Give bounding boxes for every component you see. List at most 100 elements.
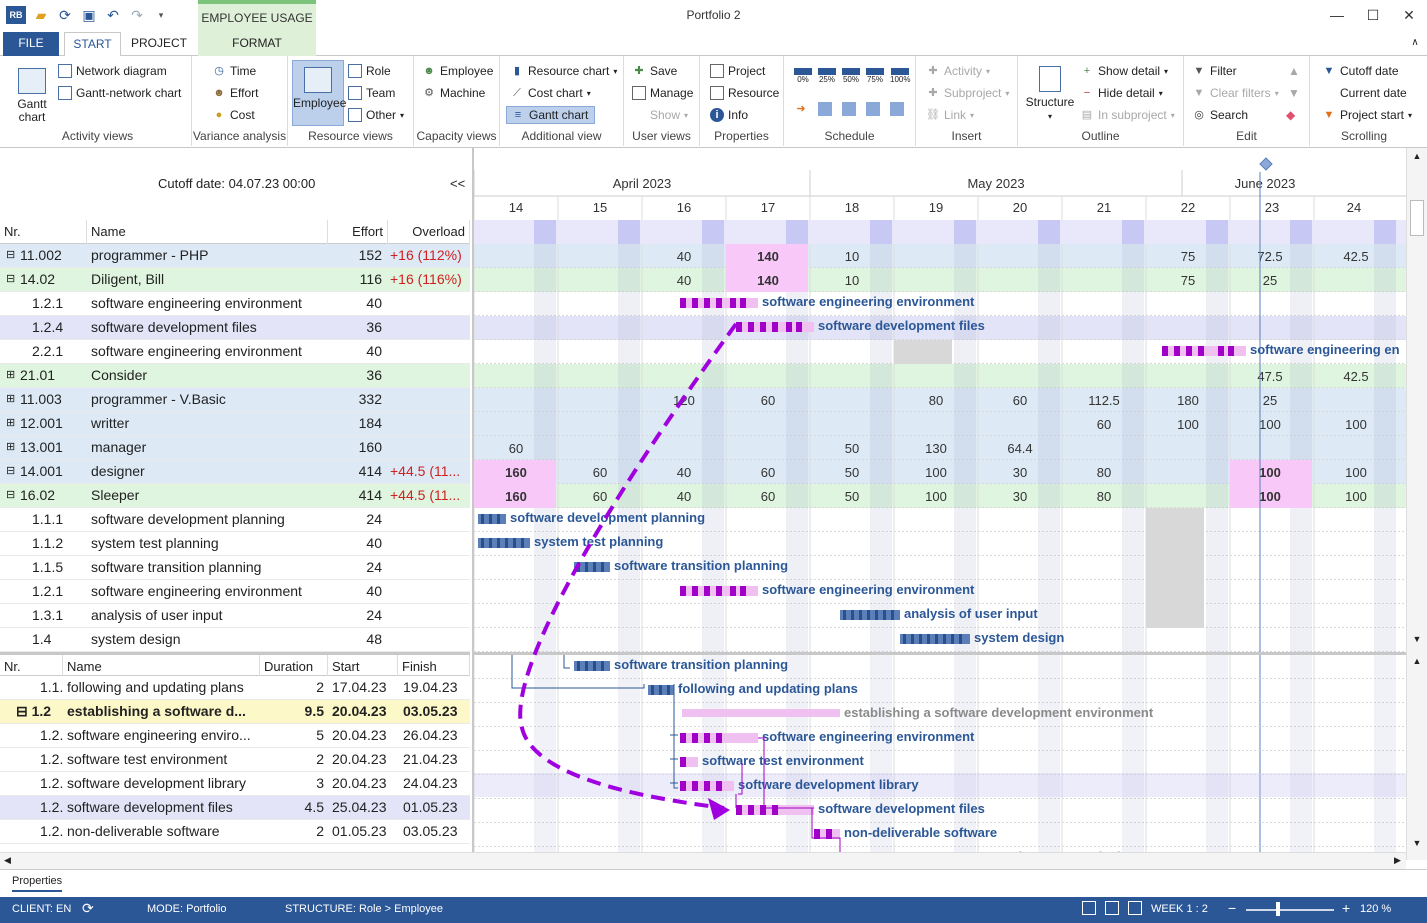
- pane-divider[interactable]: [474, 652, 1406, 655]
- row-toggle[interactable]: ⊞: [6, 436, 15, 460]
- info-button[interactable]: i Info: [710, 108, 748, 122]
- table-row[interactable]: 1.2. software development library 3 20.04.2…: [0, 772, 470, 796]
- move-up-icon[interactable]: ▲: [1288, 64, 1300, 78]
- scroll-down-icon[interactable]: ▼: [1407, 634, 1427, 644]
- progress-50-button[interactable]: 50%: [842, 68, 860, 84]
- gantt-chart-button[interactable]: Gantt chart: [10, 68, 54, 124]
- schedule-icon[interactable]: [818, 102, 832, 116]
- show-view-dropdown[interactable]: Show ▾: [632, 108, 688, 122]
- table-row[interactable]: ⊟ 16.02 Sleeper 414 +44.5 (11...: [0, 484, 470, 508]
- sync-icon[interactable]: ⟳: [82, 900, 94, 917]
- project-properties-button[interactable]: Project: [710, 64, 765, 78]
- table-row[interactable]: 1.2. software development files 4.5 25.04.2…: [0, 796, 470, 820]
- refresh-icon[interactable]: ⟳: [56, 6, 74, 24]
- table-row[interactable]: 1.1. following and updating plans 2 17.04.2…: [0, 676, 470, 700]
- link-tasks-icon[interactable]: [842, 102, 856, 116]
- reschedule-icon[interactable]: [890, 102, 904, 116]
- table-row[interactable]: ⊞ 12.001 writter 184: [0, 412, 470, 436]
- clear-filters-dropdown[interactable]: ▼ Clear filters ▾: [1192, 86, 1279, 100]
- table-row[interactable]: 2.2.1 software engineering environment 40: [0, 340, 470, 364]
- gantt-chart-svg[interactable]: April 2023 May 2023 June 2023 14 15 16 17 18 19 2…: [474, 148, 1406, 856]
- row-toggle[interactable]: ⊟: [6, 484, 15, 508]
- table-row[interactable]: 1.1.2 system test planning 40: [0, 532, 470, 556]
- row-toggle[interactable]: ⊟: [6, 268, 15, 292]
- tab-file[interactable]: FILE: [3, 32, 59, 56]
- row-toggle[interactable]: ⊟: [6, 460, 15, 484]
- progress-0-button[interactable]: 0%: [794, 68, 812, 84]
- cost-chart-dropdown[interactable]: ⟋ Cost chart ▾: [510, 86, 591, 100]
- resource-properties-button[interactable]: Resource: [710, 86, 779, 100]
- table-row[interactable]: ⊟ 1.2 establishing a software d... 9.5 20.0…: [0, 700, 470, 724]
- capacity-employee-button[interactable]: ☻ Employee: [422, 64, 493, 78]
- insert-activity-dropdown[interactable]: ✚ Activity ▾: [926, 64, 990, 78]
- scroll-down-icon-bottom[interactable]: ▼: [1407, 838, 1427, 848]
- table-row[interactable]: ⊟ 14.02 Diligent, Bill 116 +16 (116%): [0, 268, 470, 292]
- minimize-icon[interactable]: —: [1319, 0, 1355, 30]
- scroll-right-icon[interactable]: ▶: [1394, 855, 1401, 866]
- layout-icon-1[interactable]: [1082, 901, 1096, 915]
- collapse-grid-button[interactable]: <<: [450, 176, 465, 191]
- team-button[interactable]: Team: [348, 86, 395, 100]
- search-button[interactable]: ◎ Search: [1192, 108, 1248, 122]
- layout-icon-3[interactable]: [1128, 901, 1142, 915]
- cutoff-marker-icon[interactable]: [1259, 157, 1273, 171]
- vertical-scrollbar[interactable]: ▲ ▼ ▲ ▼: [1406, 148, 1427, 860]
- hide-detail-dropdown[interactable]: − Hide detail ▾: [1080, 86, 1163, 100]
- machine-button[interactable]: ⚙ Machine: [422, 86, 485, 100]
- col-header-effort[interactable]: Effort: [328, 220, 388, 244]
- table-row[interactable]: 1.2. software engineering enviro... 5 20.04…: [0, 724, 470, 748]
- role-button[interactable]: Role: [348, 64, 391, 78]
- move-down-icon[interactable]: ▼: [1288, 86, 1300, 100]
- in-subproject-dropdown[interactable]: ▤ In subproject ▾: [1080, 108, 1175, 122]
- other-dropdown[interactable]: Other ▾: [348, 108, 404, 122]
- table-row[interactable]: 1.2. software test environment 2 20.04.23 21…: [0, 748, 470, 772]
- tab-start[interactable]: START: [64, 32, 121, 57]
- manage-views-button[interactable]: Manage: [632, 86, 693, 100]
- close-icon[interactable]: ✕: [1391, 0, 1427, 30]
- row-toggle[interactable]: ⊞: [6, 412, 15, 436]
- table-row[interactable]: 1.1.5 software transition planning 24: [0, 556, 470, 580]
- progress-75-button[interactable]: 75%: [866, 68, 884, 84]
- table-row[interactable]: 1.2.1 software engineering environment 40: [0, 580, 470, 604]
- project-start-dropdown[interactable]: ▼ Project start ▾: [1322, 108, 1413, 122]
- table-row[interactable]: ⊞ 11.003 programmer - V.Basic 332: [0, 388, 470, 412]
- save-view-button[interactable]: ✚ Save: [632, 64, 677, 78]
- properties-label[interactable]: Properties: [12, 875, 63, 892]
- undo-icon[interactable]: ↶: [104, 6, 122, 24]
- show-detail-dropdown[interactable]: + Show detail ▾: [1080, 64, 1168, 78]
- table-row[interactable]: 1.2.4 software development files 36: [0, 316, 470, 340]
- properties-panel-tab[interactable]: Properties: [0, 869, 1427, 897]
- scroll-left-icon[interactable]: ◀: [4, 855, 11, 866]
- current-date-button[interactable]: Current date: [1322, 86, 1407, 100]
- table-row[interactable]: ⊟ 14.001 designer 414 +44.5 (11...: [0, 460, 470, 484]
- move-right-icon[interactable]: ➜: [794, 102, 808, 116]
- cost-button[interactable]: ● Cost: [212, 108, 255, 122]
- network-diagram-button[interactable]: Network diagram: [58, 64, 167, 78]
- table-row[interactable]: ⊟ 11.002 programmer - PHP 152 +16 (112%): [0, 244, 470, 268]
- row-toggle[interactable]: ⊞: [6, 364, 15, 388]
- zoom-slider[interactable]: [1246, 909, 1334, 911]
- resource-chart-dropdown[interactable]: ▮ Resource chart ▾: [510, 64, 617, 78]
- gantt-chart-view-button[interactable]: ≡ Gantt chart: [506, 106, 596, 124]
- zoom-slider-thumb[interactable]: [1276, 902, 1280, 916]
- ribbon-collapse-icon[interactable]: ∧: [1405, 32, 1425, 56]
- horizontal-scrollbar[interactable]: ◀ ▶: [0, 852, 1406, 869]
- cutoff-date-button[interactable]: ▼ Cutoff date: [1322, 64, 1399, 78]
- zoom-out-icon[interactable]: −: [1228, 900, 1236, 916]
- layout-icon-2[interactable]: [1105, 901, 1119, 915]
- table-row[interactable]: 1.3.1 analysis of user input 24: [0, 604, 470, 628]
- effort-button[interactable]: ☻ Effort: [212, 86, 258, 100]
- col-header-name[interactable]: Name: [87, 220, 328, 244]
- gantt-chart-pane[interactable]: April 2023 May 2023 June 2023 14 15 16 17 18 19 2…: [472, 148, 1406, 856]
- table-row[interactable]: 1.4 system design 48: [0, 628, 470, 652]
- save-icon[interactable]: ▣: [80, 6, 98, 24]
- table-row[interactable]: 1.1.1 software development planning 24: [0, 508, 470, 532]
- open-folder-icon[interactable]: ▰: [32, 6, 50, 24]
- time-button[interactable]: ◷ Time: [212, 64, 256, 78]
- table-row[interactable]: ⊞ 13.001 manager 160: [0, 436, 470, 460]
- progress-100-button[interactable]: 100%: [890, 68, 910, 84]
- insert-link-dropdown[interactable]: ⛓ Link ▾: [926, 108, 974, 122]
- row-toggle[interactable]: ⊞: [6, 388, 15, 412]
- eraser-icon[interactable]: ◆: [1286, 108, 1295, 122]
- scroll-up-icon[interactable]: ▲: [1407, 148, 1427, 161]
